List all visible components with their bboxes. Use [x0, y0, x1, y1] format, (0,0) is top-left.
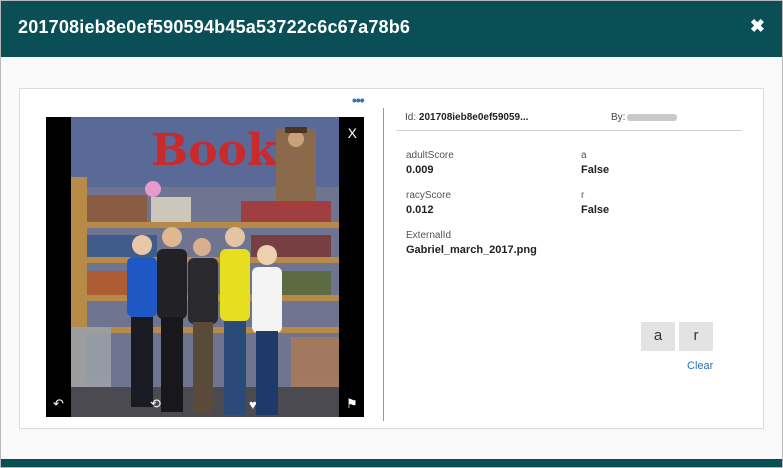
a-button[interactable]: a	[641, 322, 675, 351]
r-value: False	[581, 204, 610, 216]
a-value: False	[581, 164, 610, 176]
close-icon[interactable]: ✖	[750, 16, 765, 36]
vertical-divider	[383, 108, 384, 421]
r-button[interactable]: r	[679, 322, 713, 351]
sync-icon[interactable]: ⟲	[150, 396, 161, 412]
clear-link[interactable]: Clear	[687, 360, 713, 372]
external-id-label: ExternalId	[406, 230, 452, 241]
adult-score-value: 0.009	[406, 164, 434, 176]
horizontal-divider	[396, 130, 742, 131]
redacted-author	[627, 113, 678, 121]
more-options-icon[interactable]: •••	[352, 92, 365, 108]
meta-by: By:	[611, 112, 678, 123]
heart-icon[interactable]: ♥	[249, 397, 257, 412]
undo-icon[interactable]: ↶	[53, 396, 64, 412]
racy-score-label: racyScore	[406, 190, 452, 201]
adult-score-label: adultScore	[406, 150, 454, 161]
id-label: Id:	[405, 112, 417, 123]
review-modal: 201708ieb8e0ef590594b45a53722c6c67a78b6 …	[0, 0, 783, 468]
meta-id: Id: 201708ieb8e0ef59059...	[405, 112, 528, 123]
external-id-value: Gabriel_march_2017.png	[406, 244, 537, 256]
image-viewer: Books X ↶ ⟲ ♥ ⚑	[46, 117, 364, 417]
bookmark-icon[interactable]: ⚑	[346, 396, 358, 412]
review-image: Books	[71, 117, 339, 417]
modal-bottom-bar	[1, 459, 782, 467]
close-image-icon[interactable]: X	[348, 125, 357, 141]
a-label: a	[581, 150, 587, 161]
modal-title: 201708ieb8e0ef590594b45a53722c6c67a78b6	[18, 17, 411, 37]
id-value: 201708ieb8e0ef59059...	[418, 112, 529, 123]
racy-score-value: 0.012	[406, 204, 434, 216]
by-label: By:	[611, 112, 626, 123]
r-label: r	[581, 190, 585, 201]
modal-header: 201708ieb8e0ef590594b45a53722c6c67a78b6 …	[1, 1, 782, 57]
